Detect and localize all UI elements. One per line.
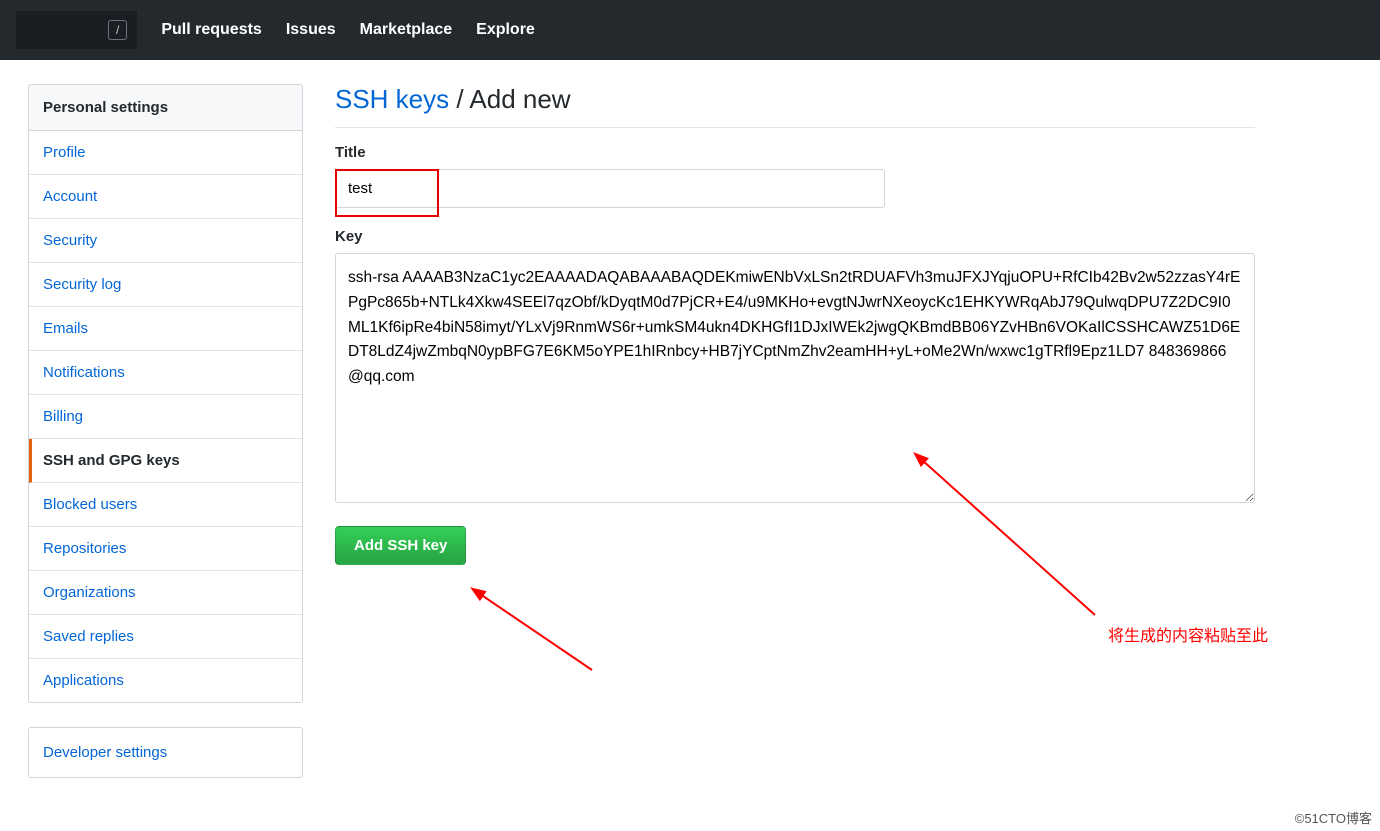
title-label: Title: [335, 144, 1255, 161]
sidebar-item-developer-settings[interactable]: Developer settings: [29, 728, 302, 777]
developer-settings-menu: Developer settings: [28, 727, 303, 778]
personal-settings-menu: Personal settings Profile Account Securi…: [28, 84, 303, 703]
settings-sidebar: Personal settings Profile Account Securi…: [28, 84, 303, 802]
page-title-rest: Add new: [469, 84, 570, 114]
sidebar-item-blocked-users[interactable]: Blocked users: [29, 483, 302, 527]
search-area[interactable]: /: [16, 11, 137, 49]
sidebar-item-billing[interactable]: Billing: [29, 395, 302, 439]
sidebar-item-notifications[interactable]: Notifications: [29, 351, 302, 395]
sidebar-item-profile[interactable]: Profile: [29, 131, 302, 175]
sidebar-header: Personal settings: [29, 85, 302, 131]
add-ssh-key-button[interactable]: Add SSH key: [335, 526, 466, 565]
sidebar-item-ssh-gpg-keys: SSH and GPG keys: [29, 439, 302, 483]
sidebar-item-account[interactable]: Account: [29, 175, 302, 219]
sidebar-item-emails[interactable]: Emails: [29, 307, 302, 351]
title-input[interactable]: [335, 169, 885, 208]
sidebar-item-security-log[interactable]: Security log: [29, 263, 302, 307]
slash-shortcut-icon: /: [108, 20, 127, 40]
sidebar-item-security[interactable]: Security: [29, 219, 302, 263]
nav-issues[interactable]: Issues: [286, 21, 336, 39]
sidebar-item-saved-replies[interactable]: Saved replies: [29, 615, 302, 659]
nav-explore[interactable]: Explore: [476, 21, 535, 39]
top-navbar: / Pull requests Issues Marketplace Explo…: [0, 0, 1380, 60]
nav-marketplace[interactable]: Marketplace: [360, 21, 453, 39]
sidebar-item-repositories[interactable]: Repositories: [29, 527, 302, 571]
key-label: Key: [335, 228, 1255, 245]
page-title-link[interactable]: SSH keys: [335, 84, 449, 114]
nav-pull-requests[interactable]: Pull requests: [161, 21, 261, 39]
page-title: SSH keys / Add new: [335, 84, 1255, 128]
sidebar-item-organizations[interactable]: Organizations: [29, 571, 302, 615]
annotation-text: 将生成的内容粘贴至此: [1108, 622, 1268, 646]
sidebar-item-applications[interactable]: Applications: [29, 659, 302, 702]
page-title-sep: /: [449, 84, 469, 114]
key-textarea[interactable]: [335, 253, 1255, 503]
main-content: SSH keys / Add new Title Key Add SSH key: [335, 84, 1355, 802]
primary-nav: Pull requests Issues Marketplace Explore: [161, 21, 534, 39]
watermark: ©51CTO博客: [1295, 808, 1372, 827]
